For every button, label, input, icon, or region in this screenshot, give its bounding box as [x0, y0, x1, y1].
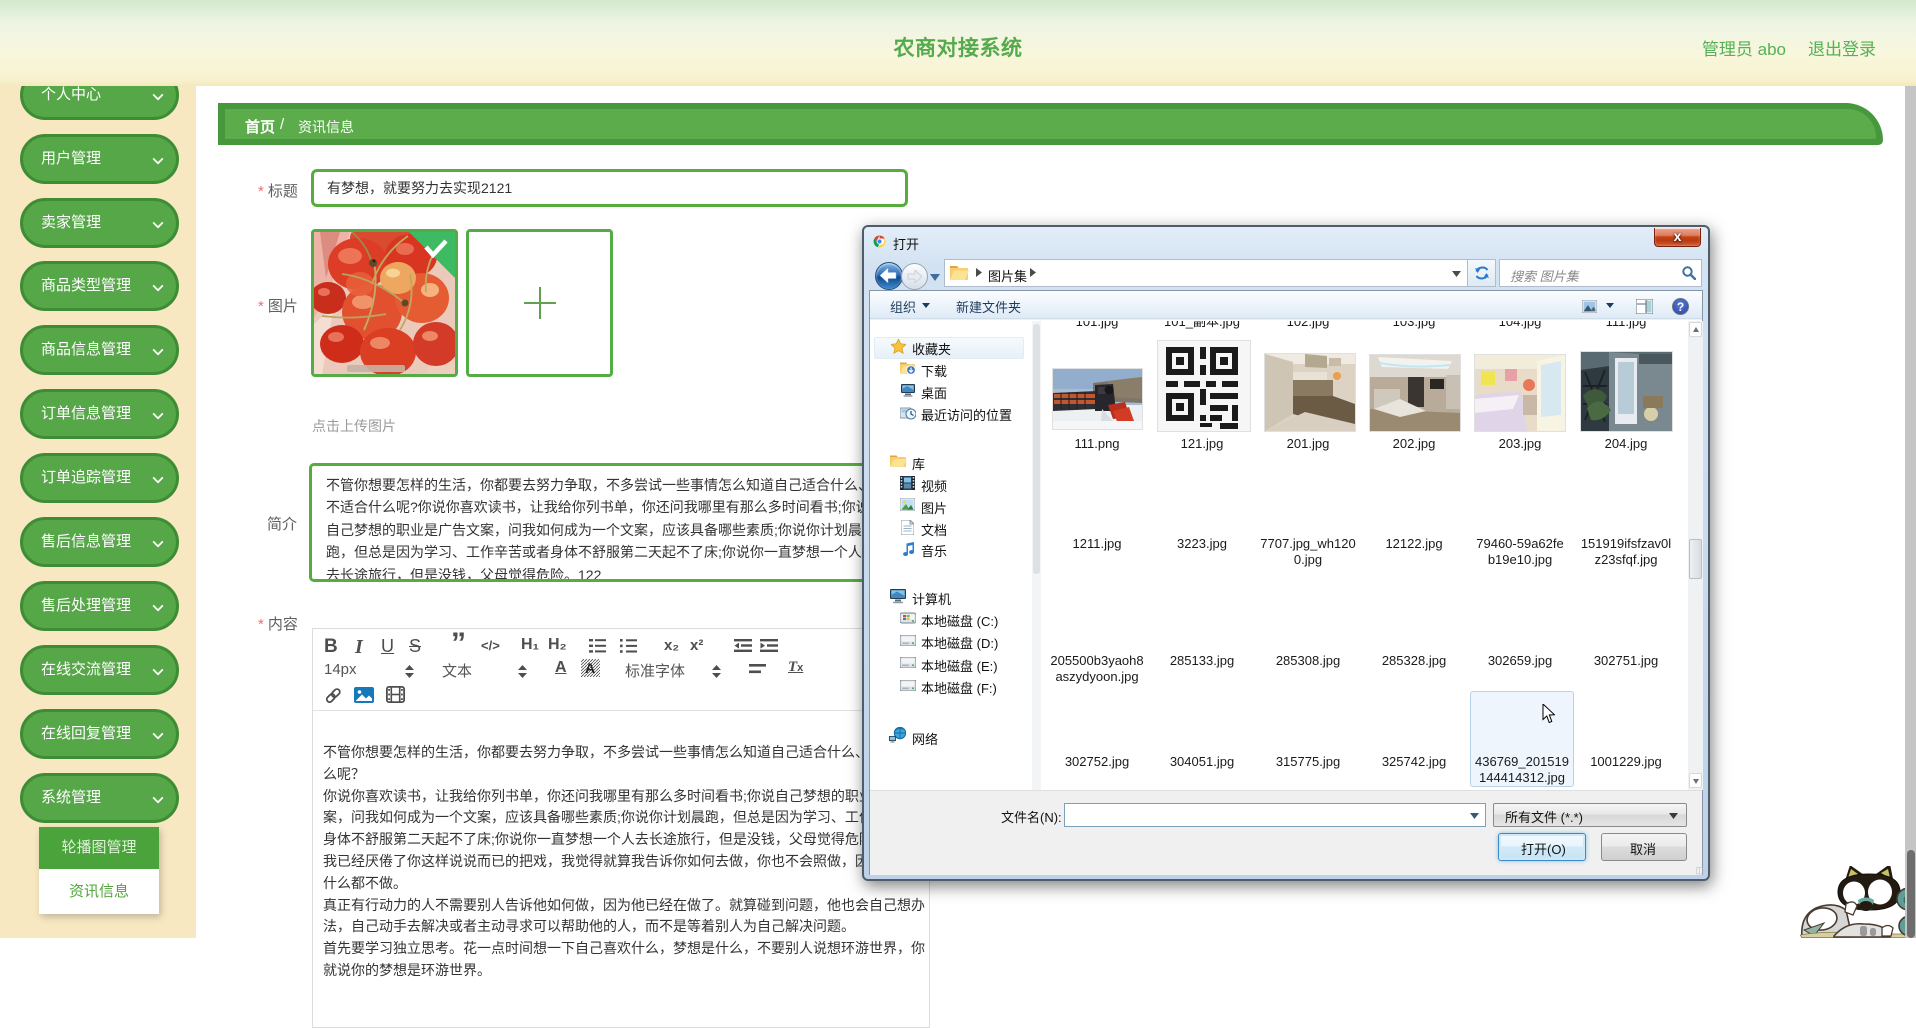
svg-text:A: A	[585, 660, 595, 676]
